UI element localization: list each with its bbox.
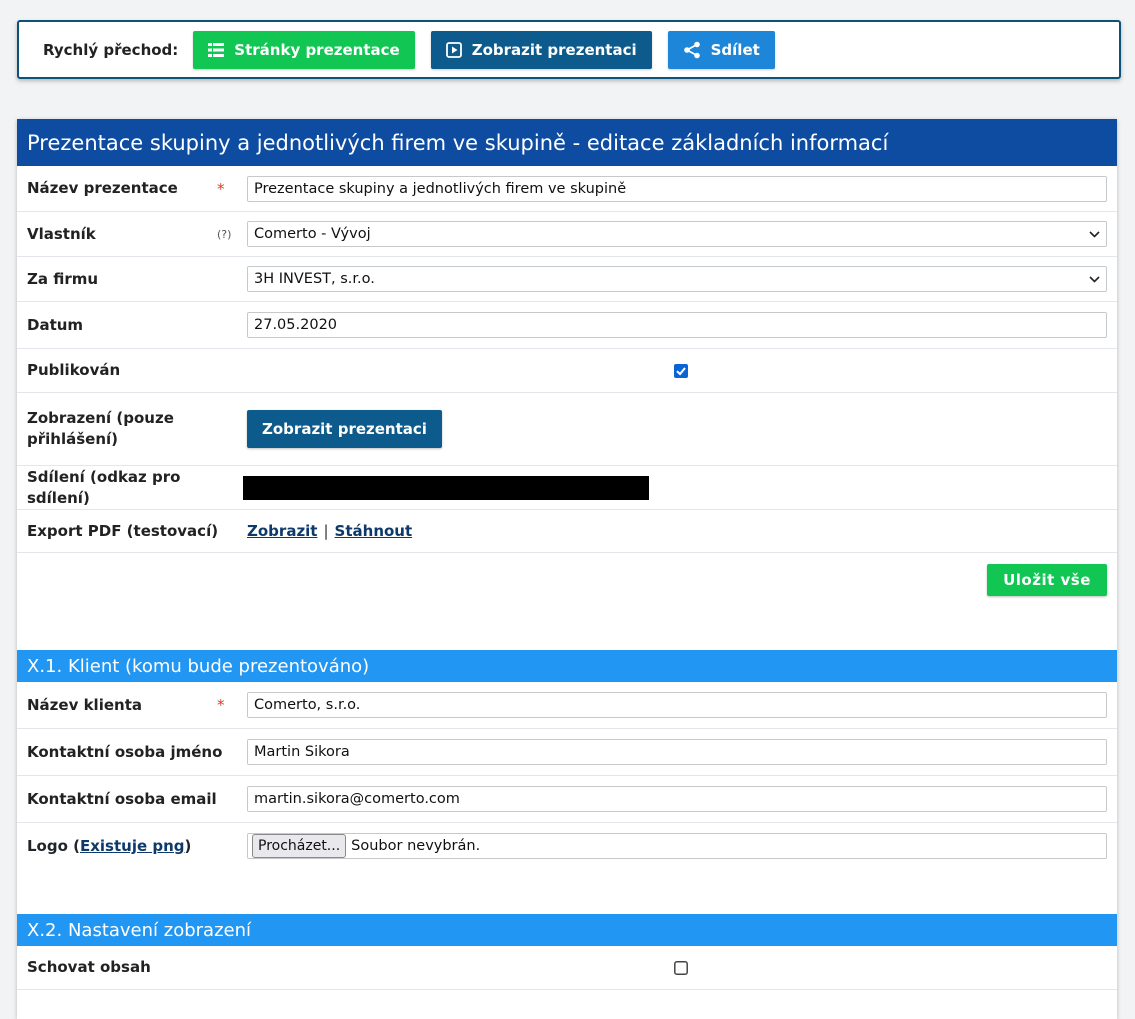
chevron-down-icon [1089,275,1100,283]
contact-name-input[interactable]: Martin Sikora [247,739,1107,765]
row-published: Publikován [17,349,1117,393]
share-button-label: Sdílet [710,40,760,59]
page-title: Prezentace skupiny a jednotlivých firem … [17,119,1117,166]
contact-email-label: Kontaktní osoba email [27,789,217,808]
share-icon [683,41,700,58]
display-presentation-button[interactable]: Zobrazit prezentaci [247,410,442,448]
export-separator: | [323,522,329,540]
row-share: Sdílení (odkaz pro sdílení) [17,466,1117,510]
quick-nav-label: Rychlý přechod: [43,40,179,59]
date-label: Datum [27,315,84,334]
row-date: Datum 27.05.2020 [17,302,1117,349]
chevron-down-icon [1089,230,1100,238]
row-export: Export PDF (testovací) Zobrazit | Stáhnout [17,510,1117,553]
play-icon [445,41,462,58]
list-icon [208,42,225,57]
row-client-name: Název klienta * Comerto, s.r.o. [17,682,1117,729]
row-company: Za firmu 3H INVEST, s.r.o. [17,257,1117,302]
logo-label: Logo (Existuje png) [27,837,192,855]
required-mark: * [217,179,225,198]
row-logo: Logo (Existuje png) Procházet... Soubor … [17,823,1117,914]
save-area: Uložit vše [17,553,1117,650]
owner-select-value: Comerto - Vývoj [254,226,371,242]
display-section-title: X.2. Nastavení zobrazení [17,914,1117,946]
checkbox-unchecked-icon [674,961,688,975]
save-all-button[interactable]: Uložit vše [987,564,1107,596]
share-label: Sdílení (odkaz pro sdílení) [27,467,181,507]
export-view-link[interactable]: Zobrazit [247,522,317,540]
hide-content-label: Schovat obsah [27,958,151,976]
export-download-link[interactable]: Stáhnout [335,522,413,540]
show-presentation-button[interactable]: Zobrazit prezentaci [430,30,652,69]
company-label: Za firmu [27,269,99,288]
row-hide-content: Schovat obsah [17,946,1117,990]
client-section-title: X.1. Klient (komu bude prezentováno) [17,650,1117,682]
display-label: Zobrazení (pouze přihlášení) [27,409,174,448]
export-label: Export PDF (testovací) [27,521,219,540]
logo-file-input[interactable]: Procházet... Soubor nevybrán. [247,833,1107,859]
company-select[interactable]: 3H INVEST, s.r.o. [247,266,1107,292]
share-button[interactable]: Sdílet [667,30,775,69]
owner-help-icon[interactable]: (?) [217,228,247,241]
required-mark: * [217,696,225,714]
browse-button[interactable]: Procházet... [252,834,347,858]
hide-content-checkbox[interactable] [674,961,688,979]
logo-exists-link[interactable]: Existuje png [80,837,185,855]
date-input[interactable]: 27.05.2020 [247,312,1107,338]
owner-select[interactable]: Comerto - Vývoj [247,221,1107,247]
owner-label: Vlastník [27,224,96,243]
row-presentation-name: Název prezentace * Prezentace skupiny a … [17,166,1117,212]
client-name-input[interactable]: Comerto, s.r.o. [247,692,1107,718]
share-link-redacted [243,475,649,500]
presentation-name-label: Název prezentace [27,179,178,197]
pages-button[interactable]: Stránky prezentace [193,30,415,69]
presentation-form-card: Prezentace skupiny a jednotlivých firem … [17,119,1117,1019]
checkbox-checked-icon [674,364,688,378]
row-owner: Vlastník (?) Comerto - Vývoj [17,212,1117,257]
company-select-value: 3H INVEST, s.r.o. [254,271,375,287]
quick-nav-bar: Rychlý přechod: Stránky prezentace Zobra… [17,20,1121,79]
published-checkbox[interactable] [674,364,688,382]
published-label: Publikován [27,361,121,379]
row-contact-name: Kontaktní osoba jméno Martin Sikora [17,729,1117,776]
contact-name-label: Kontaktní osoba jméno [27,742,223,761]
presentation-name-input[interactable]: Prezentace skupiny a jednotlivých firem … [247,175,1107,202]
client-name-label: Název klienta [27,695,142,714]
file-status: Soubor nevybrán. [351,838,481,854]
row-display: Zobrazení (pouze přihlášení) Zobrazit pr… [17,393,1117,466]
contact-email-input[interactable]: martin.sikora@comerto.com [247,786,1107,812]
pages-button-label: Stránky prezentace [234,40,400,59]
show-presentation-label: Zobrazit prezentaci [471,40,637,59]
row-contact-email: Kontaktní osoba email martin.sikora@come… [17,776,1117,823]
